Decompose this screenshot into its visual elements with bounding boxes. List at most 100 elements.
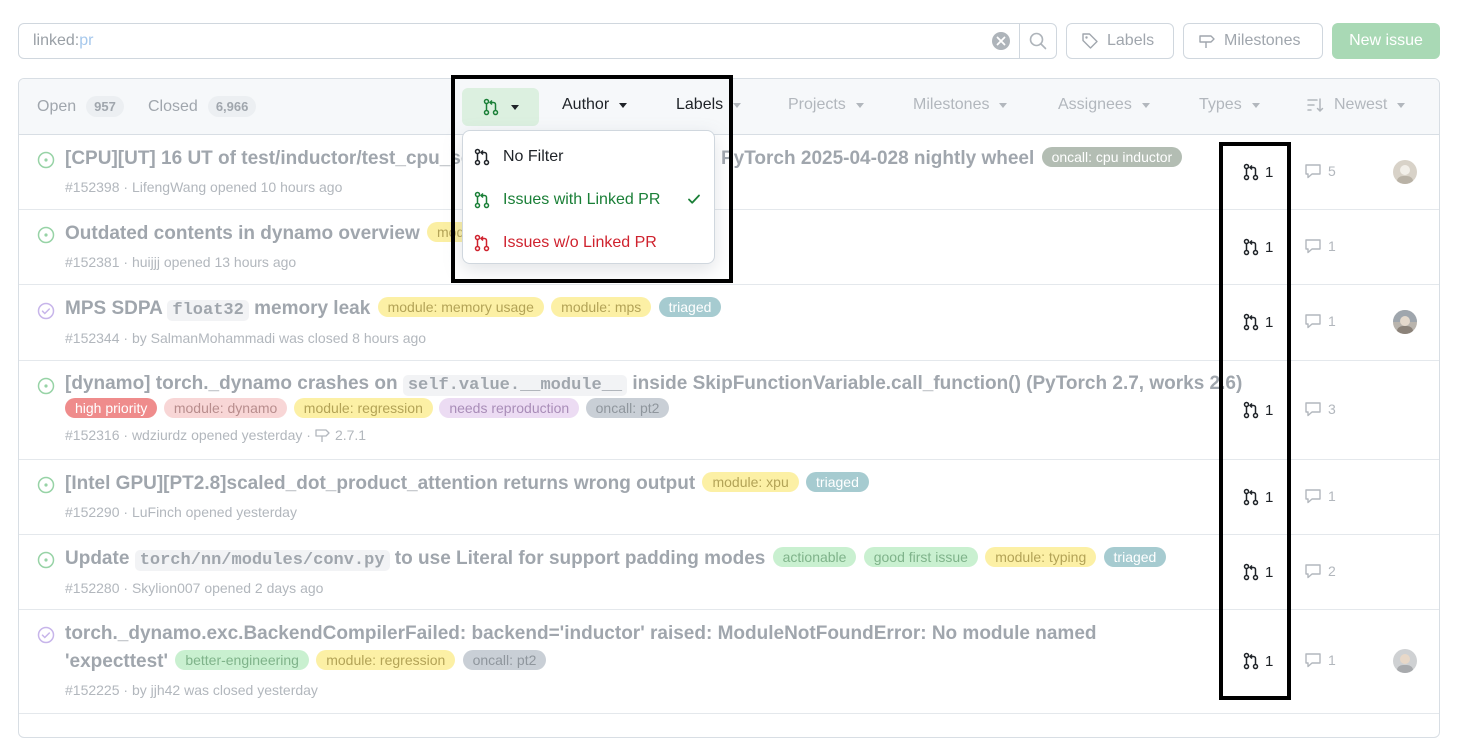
- pr-count: 1: [1265, 563, 1274, 581]
- issue-meta: #152344 · by SalmanMohammadi was closed …: [65, 330, 427, 346]
- issue-row[interactable]: [dynamo] torch._dynamo crashes on self.v…: [19, 361, 1439, 460]
- labels-button[interactable]: Labels: [1066, 23, 1174, 59]
- types-filter-label: Types: [1199, 96, 1242, 113]
- avatar[interactable]: [1393, 160, 1417, 184]
- search-icon: [1029, 32, 1047, 50]
- tab-closed[interactable]: Closed 6,966: [148, 96, 257, 117]
- linked-pr-count[interactable]: 1: [1243, 652, 1273, 670]
- comment-count[interactable]: 1: [1304, 488, 1336, 504]
- comment-count[interactable]: 3: [1304, 401, 1336, 417]
- chevron-down-icon: [510, 104, 519, 110]
- assignees-filter[interactable]: Assignees: [1058, 96, 1150, 114]
- issue-title[interactable]: [Intel GPU][PT2.8]scaled_dot_product_att…: [65, 470, 1209, 497]
- issue-label[interactable]: oncall: pt2: [462, 650, 547, 670]
- issue-row[interactable]: Outdated contents in dynamo overview mod…: [19, 210, 1439, 285]
- issue-title-text: Outdated contents in dynamo overview: [65, 223, 420, 244]
- milestones-button[interactable]: Milestones: [1183, 23, 1323, 59]
- menu-item-without-linked-pr[interactable]: Issues w/o Linked PR: [463, 221, 714, 264]
- issue-label[interactable]: better-engineering: [175, 650, 309, 670]
- issue-title[interactable]: [CPU][UT] 16 UT of test/inductor/test_cp…: [65, 145, 471, 172]
- linked-pr-count[interactable]: 1: [1243, 488, 1273, 506]
- issue-label[interactable]: triaged: [1103, 547, 1167, 567]
- search-bar[interactable]: linked:pr: [18, 23, 1057, 59]
- issue-row[interactable]: [Intel GPU][PT2.8]scaled_dot_product_att…: [19, 460, 1439, 535]
- sort-icon: [1307, 98, 1324, 113]
- issue-title[interactable]: Outdated contents in dynamo overview mod…: [65, 220, 483, 247]
- linked-pr-filter-button[interactable]: [462, 88, 539, 126]
- labels-filter[interactable]: Labels: [676, 96, 742, 114]
- pull-request-closed-icon: [474, 234, 490, 251]
- issue-label[interactable]: triaged: [806, 472, 869, 492]
- comments-number: 5: [1328, 163, 1336, 179]
- linked-pr-count[interactable]: 1: [1243, 313, 1273, 331]
- comment-count[interactable]: 1: [1304, 313, 1336, 329]
- tag-icon: [1082, 33, 1098, 49]
- linked-pr-count[interactable]: 1: [1243, 401, 1273, 419]
- issue-title[interactable]: torch._dynamo.exc.BackendCompilerFailed:…: [65, 620, 1097, 647]
- milestones-filter[interactable]: Milestones: [913, 96, 1008, 114]
- issue-label[interactable]: high priority: [65, 398, 158, 418]
- issue-row[interactable]: torch._dynamo.exc.BackendCompilerFailed:…: [19, 610, 1439, 714]
- issue-row[interactable]: [CPU][UT] 16 UT of test/inductor/test_cp…: [19, 135, 1439, 210]
- pull-request-icon: [1243, 652, 1259, 670]
- comment-count[interactable]: 2: [1304, 563, 1336, 579]
- tab-open[interactable]: Open 957: [37, 96, 124, 117]
- issue-open-icon: [37, 151, 55, 169]
- issue-title-part: to use Literal for support padding modes: [389, 548, 766, 569]
- comment-count[interactable]: 5: [1304, 163, 1336, 179]
- issue-meta: #152316 · wdziurdz opened yesterday · 2.…: [65, 427, 366, 443]
- issue-label[interactable]: oncall: pt2: [585, 398, 670, 418]
- sort-dropdown[interactable]: Newest: [1306, 96, 1406, 114]
- issue-label[interactable]: module: xpu: [702, 472, 799, 492]
- new-issue-button[interactable]: New issue: [1332, 23, 1440, 59]
- chevron-down-icon: [999, 102, 1008, 108]
- issue-closed-icon: [37, 626, 55, 644]
- linked-pr-count[interactable]: 1: [1243, 238, 1273, 256]
- author-filter-label: Author: [562, 96, 610, 113]
- issue-label[interactable]: actionable: [772, 547, 857, 567]
- search-button[interactable]: [1020, 24, 1056, 58]
- issue-milestone[interactable]: 2.7.1: [335, 427, 366, 443]
- issue-label[interactable]: module: typing: [985, 547, 1097, 567]
- issue-title[interactable]: Update torch/nn/modules/conv.py to use L…: [65, 545, 1167, 574]
- issue-label[interactable]: oncall: cpu inductor: [1041, 147, 1183, 167]
- types-filter[interactable]: Types: [1199, 96, 1260, 114]
- issue-open-icon: [37, 377, 55, 395]
- issue-label[interactable]: module: mps: [551, 297, 652, 317]
- avatar[interactable]: [1393, 649, 1417, 673]
- issue-title[interactable]: [dynamo] torch._dynamo crashes on self.v…: [65, 370, 1242, 399]
- issue-label[interactable]: needs reproduction: [439, 398, 580, 418]
- pull-request-icon: [1243, 313, 1259, 331]
- issue-label[interactable]: module: dynamo: [163, 398, 288, 418]
- issue-label[interactable]: module: regression: [293, 398, 433, 418]
- issue-title[interactable]: MPS SDPA float32 memory leak module: mem…: [65, 295, 1209, 324]
- menu-item-with-linked-pr[interactable]: Issues with Linked PR: [463, 178, 714, 221]
- projects-filter[interactable]: Projects: [788, 96, 864, 114]
- comment-count[interactable]: 1: [1304, 238, 1336, 254]
- issue-title-line2[interactable]: 'expecttest' better-engineering module: …: [65, 648, 547, 675]
- pull-request-icon: [483, 98, 498, 116]
- issue-label[interactable]: triaged: [658, 297, 722, 317]
- menu-item-label: Issues with Linked PR: [503, 190, 661, 208]
- issue-title-end[interactable]: PyTorch 2025-04-028 nightly wheel oncall…: [721, 145, 1183, 172]
- issue-label[interactable]: module: regression: [316, 650, 456, 670]
- linked-pr-count[interactable]: 1: [1243, 563, 1273, 581]
- issue-row[interactable]: Update torch/nn/modules/conv.py to use L…: [19, 535, 1439, 610]
- avatar[interactable]: [1393, 310, 1417, 334]
- issue-label[interactable]: good first issue: [863, 547, 978, 567]
- clear-icon[interactable]: [991, 31, 1011, 51]
- linked-pr-count[interactable]: 1: [1243, 163, 1273, 181]
- issue-meta: #152381 · huijjj opened 13 hours ago: [65, 254, 297, 270]
- chevron-down-icon: [1141, 102, 1150, 108]
- comment-count[interactable]: 1: [1304, 652, 1336, 668]
- search-input[interactable]: linked:pr: [19, 32, 991, 50]
- issue-title-part: PyTorch 2025-04-028 nightly wheel: [721, 148, 1035, 169]
- issue-label[interactable]: module: memory usage: [377, 297, 544, 317]
- milestones-button-label: Milestones: [1224, 32, 1301, 49]
- milestones-filter-label: Milestones: [913, 96, 990, 113]
- pull-request-icon: [1243, 488, 1259, 506]
- author-filter[interactable]: Author: [562, 96, 628, 114]
- issue-row[interactable]: MPS SDPA float32 memory leak module: mem…: [19, 285, 1439, 361]
- menu-item-no-filter[interactable]: No Filter: [463, 135, 714, 178]
- issue-title-part: memory leak: [248, 298, 371, 319]
